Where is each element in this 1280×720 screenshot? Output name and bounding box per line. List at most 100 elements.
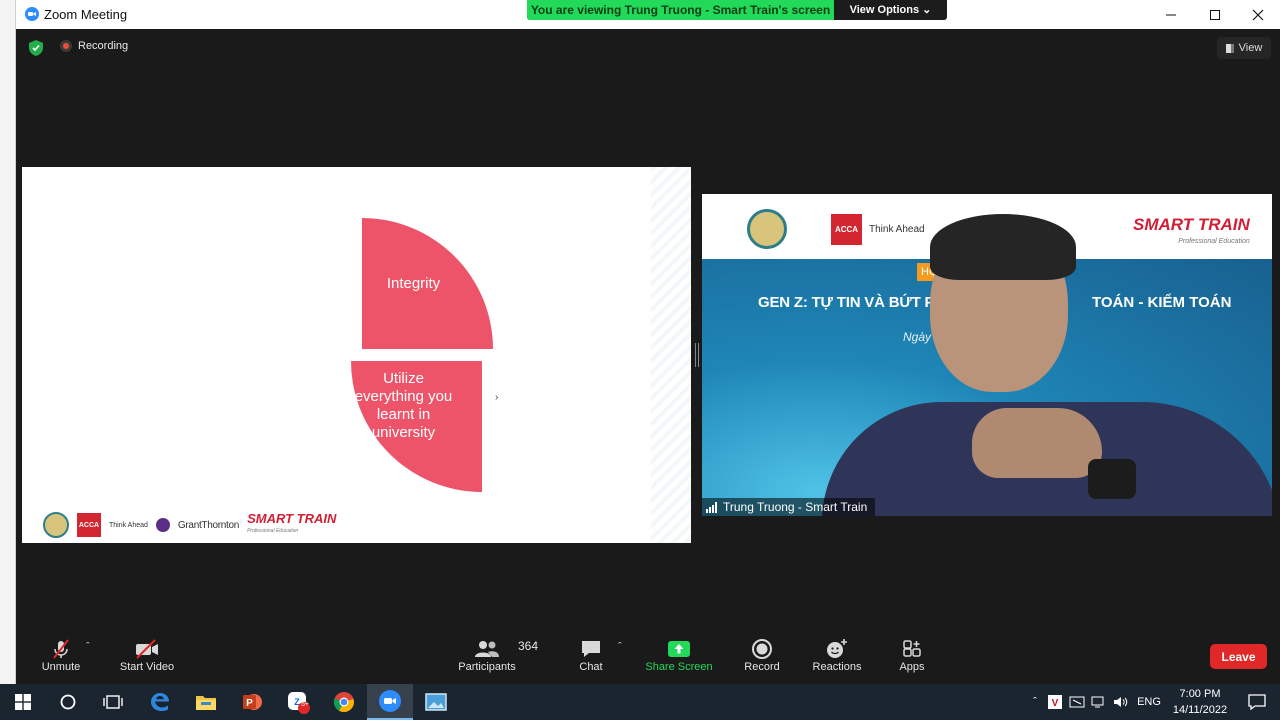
apps-button[interactable]: Apps [898,637,926,681]
tray-chevron-up-icon[interactable]: ˆ [1026,696,1044,708]
window-title: Zoom Meeting [44,7,128,22]
smart-train-subtext: Professional Education [247,528,299,534]
maximize-button[interactable] [1193,0,1237,29]
view-options-label: View Options [849,4,920,16]
system-tray: ˆ V ENG [1026,684,1166,720]
leave-button[interactable]: Leave [1210,644,1267,669]
sponsor-logos: ACCA Think Ahead GrantThornton SMART TRA… [43,512,336,538]
university-seal-logo [747,209,787,249]
think-ahead-text: Think Ahead [109,521,148,529]
participant-name: Trung Truong - Smart Train [723,500,868,514]
grant-thornton-mark-icon [155,518,170,532]
meeting-stage: Recording View Integrity Utilize everyth… [16,29,1280,633]
speaker-hand [972,408,1102,478]
video-camera-off-icon [136,639,158,659]
meeting-toolbar: Unmute ˆ Start Video Participants 364 ˆ … [16,633,1280,684]
chrome-taskbar-item[interactable] [321,684,367,720]
powerpoint-icon: P [243,694,262,710]
view-options-button[interactable]: View Options ⌄ [834,0,947,20]
reactions-button[interactable]: Reactions [811,637,863,681]
minimize-button[interactable] [1149,0,1193,29]
zoom-logo-icon [25,7,39,21]
network-tray-icon[interactable] [1088,695,1110,709]
unmute-button[interactable]: Unmute [38,637,84,681]
apps-icon [903,640,921,657]
slide-decoration [651,167,691,543]
participants-button[interactable]: Participants [456,637,518,681]
edge-icon [151,693,169,711]
university-seal-logo [43,512,69,538]
split-view-divider[interactable] [695,343,699,367]
participants-label: Participants [458,661,516,673]
signal-strength-icon [706,501,717,513]
antivirus-tray-icon[interactable]: V [1044,695,1066,709]
chat-label: Chat [579,661,603,673]
record-label: Record [744,661,780,673]
maximize-icon [1210,9,1220,20]
speaker-watch [1088,459,1136,499]
view-label: View [1238,42,1263,54]
taskbar-clock[interactable]: 7:00 PM 14/11/2022 [1166,686,1234,718]
task-view-icon [103,695,123,709]
edge-taskbar-item[interactable] [137,684,183,720]
share-screen-button[interactable]: Share Screen [644,637,714,681]
search-circle-icon [60,694,76,710]
notifications-button[interactable] [1234,684,1280,720]
utilize-shape: Utilize everything you learnt in univers… [351,361,482,492]
integrity-text: Integrity [386,275,441,292]
task-view-button[interactable] [90,684,136,720]
language-indicator[interactable]: ENG [1132,696,1166,708]
start-video-button[interactable]: Start Video [116,637,178,681]
close-icon [1252,9,1264,20]
participant-name-tag: Trung Truong - Smart Train [702,498,876,516]
volume-tray-icon[interactable] [1110,695,1132,709]
background-window-edge [0,0,16,684]
slide-arrow: › [495,392,499,403]
smart-train-logo: SMART TRAIN Professional Education [247,512,336,538]
zoom-taskbar-item[interactable] [367,684,413,720]
shared-screen-slide: Integrity Utilize everything you learnt … [22,167,691,543]
windows-start-icon [15,694,31,710]
apps-label: Apps [899,661,925,673]
photos-icon [425,693,447,711]
view-button[interactable]: View [1217,37,1271,59]
audio-options-caret-icon[interactable]: ˆ [86,641,90,653]
view-layout-icon [1225,43,1234,53]
chat-caret-icon[interactable]: ˆ [618,641,622,653]
photos-taskbar-item[interactable] [413,684,459,720]
microphone-muted-icon [53,639,69,659]
smiley-plus-icon [827,639,847,658]
zalo-notification-badge: 5+ [301,701,309,708]
input-method-tray-icon[interactable] [1066,695,1088,709]
encryption-shield-icon[interactable] [29,40,43,61]
zalo-taskbar-item[interactable]: Z 5+ [275,684,321,720]
zoom-icon [379,690,401,712]
close-button[interactable] [1236,0,1280,29]
chrome-icon [333,692,354,713]
speaker-figure [822,194,1272,516]
windows-taskbar: P Z 5+ ˆ V ENG 7:00 PM 14/11/2022 [0,684,1280,720]
participant-video-tile[interactable]: ACCA Think Ahead SMART TRAIN Professiona… [702,194,1272,516]
chat-bubble-icon [582,641,600,657]
acca-logo: ACCA [77,513,101,537]
clock-time: 7:00 PM [1179,688,1221,700]
chat-button[interactable]: Chat [576,637,606,681]
unmute-label: Unmute [41,661,81,673]
svg-text:V: V [1052,698,1059,709]
windows-start-button[interactable] [0,684,46,720]
utilize-text: Utilize everything you learnt in univers… [354,370,453,441]
search-button[interactable] [45,684,91,720]
powerpoint-taskbar-item[interactable]: P [229,684,275,720]
recording-dot-icon [60,40,72,52]
record-button[interactable]: Record [742,637,782,681]
participants-caret-icon[interactable]: ˆ [534,641,538,653]
minimize-icon [1166,14,1176,15]
clock-date: 14/11/2022 [1172,704,1228,716]
start-video-label: Start Video [119,661,175,673]
file-explorer-taskbar-item[interactable] [183,684,229,720]
recording-indicator[interactable]: Recording [60,40,128,52]
chevron-down-icon: ⌄ [922,4,932,16]
viewing-screen-notice: You are viewing Trung Truong - Smart Tra… [527,0,834,20]
participants-icon [475,641,499,657]
reactions-label: Reactions [812,661,862,673]
